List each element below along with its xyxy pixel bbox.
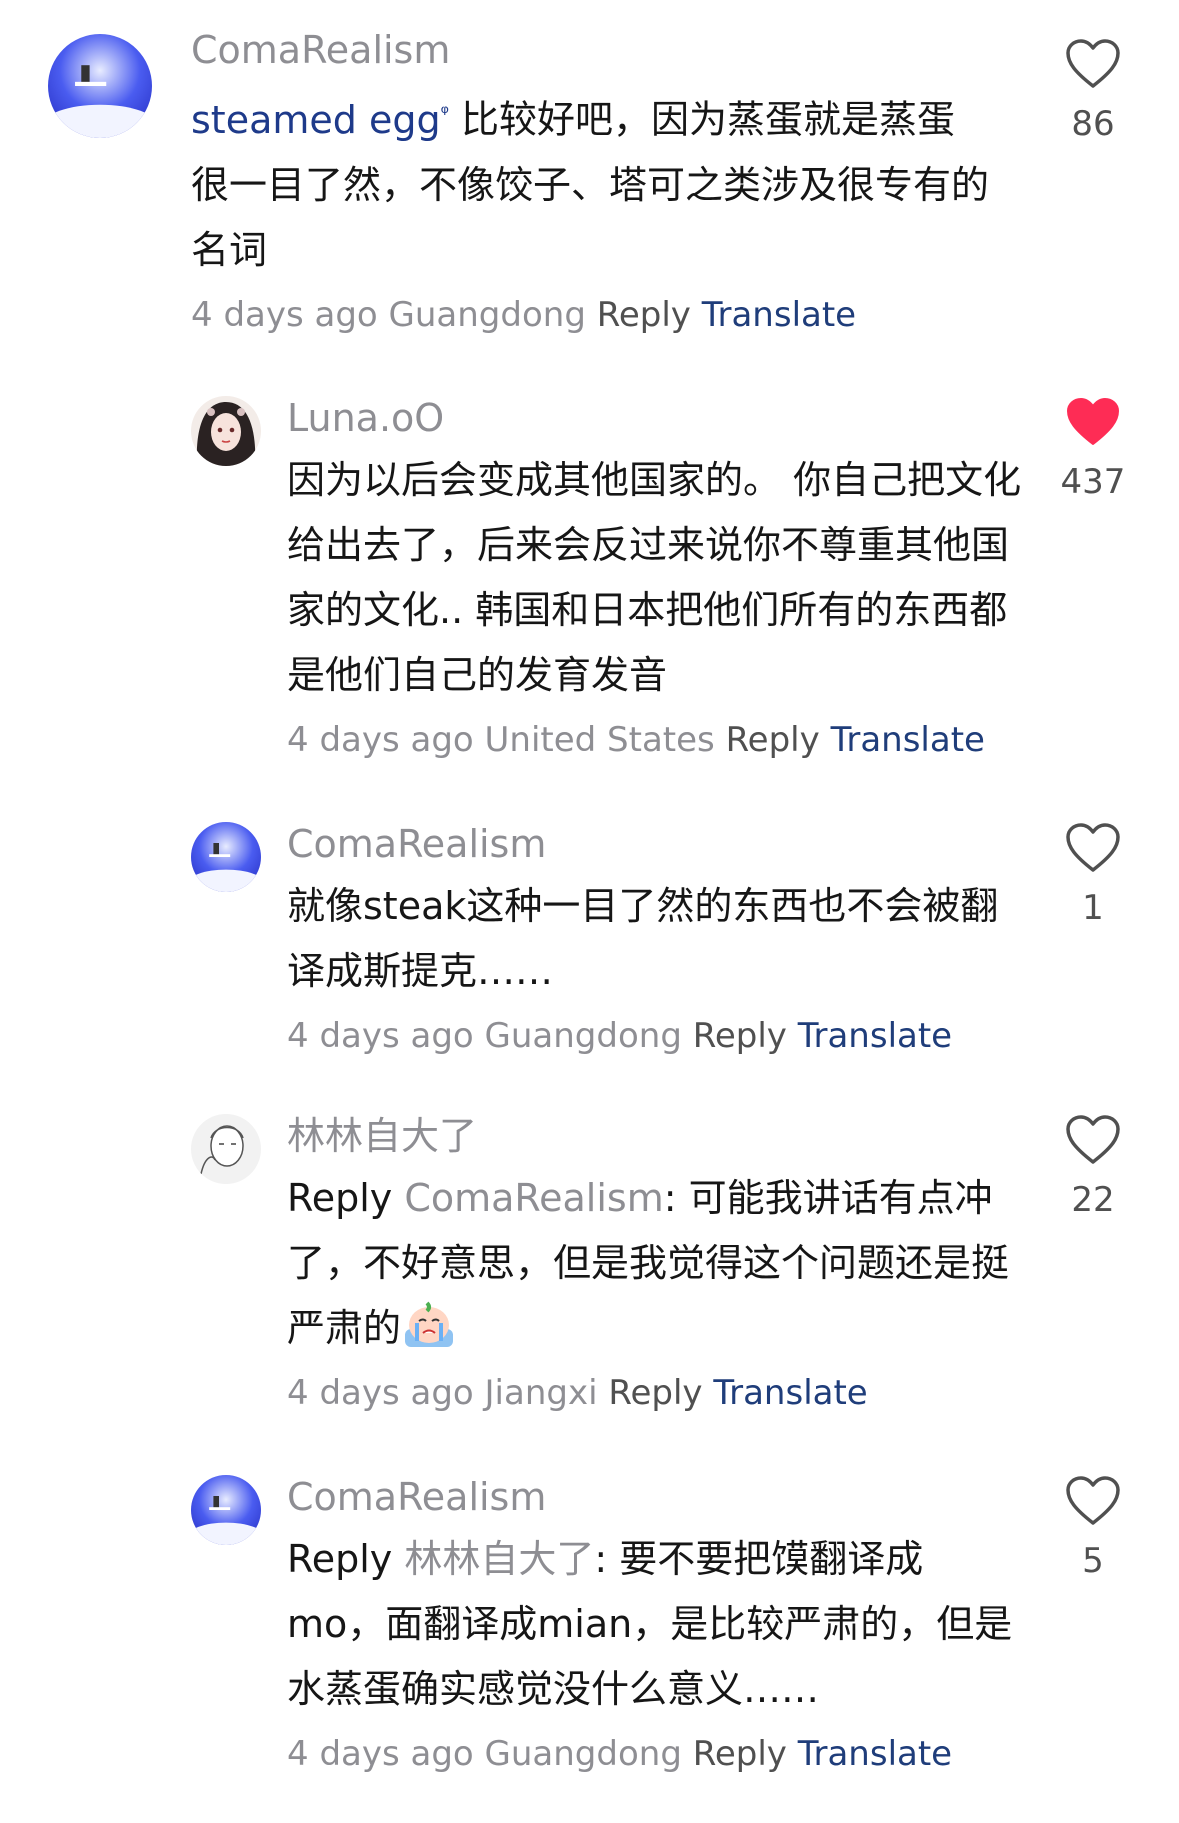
search-icon: ᵠ — [440, 100, 449, 124]
translate-button[interactable]: Translate — [702, 295, 856, 335]
reply-prefix: Reply — [287, 1537, 393, 1581]
comment-meta: 4 days ago Guangdong Reply Translate — [287, 1016, 1027, 1056]
like-button[interactable]: 437 — [1048, 396, 1138, 502]
like-button[interactable]: 1 — [1048, 822, 1138, 928]
comment-meta: 4 days ago United States Reply Translate — [287, 720, 1027, 760]
avatar[interactable] — [191, 1475, 261, 1545]
timestamp: 4 days ago — [287, 1373, 474, 1413]
avatar-image — [48, 34, 152, 138]
avatar-image — [191, 822, 261, 892]
comment-text: 因为以后会变成其他国家的。 你自己把文化给出去了，后来会反过来说你不尊重其他国家… — [287, 458, 1022, 697]
like-button[interactable]: 86 — [1048, 38, 1138, 144]
reply-button[interactable]: Reply — [608, 1373, 702, 1413]
avatar-image — [191, 1475, 261, 1545]
comment-text: steamed eggᵠ 比较好吧，因为蒸蛋就是蒸蛋很一目了然，不像饺子、塔可之… — [191, 97, 990, 272]
avatar[interactable] — [48, 34, 152, 138]
mention-link[interactable]: 林林自大了 — [404, 1537, 594, 1581]
search-tag-link[interactable]: steamed eggᵠ — [191, 98, 449, 142]
like-button[interactable]: 22 — [1048, 1114, 1138, 1220]
reply-button[interactable]: Reply — [726, 720, 820, 760]
username[interactable]: Luna.oO — [287, 396, 1027, 440]
username[interactable]: ComaRealism — [287, 822, 1027, 866]
comment-meta: 4 days ago Guangdong Reply Translate — [191, 295, 991, 335]
avatar-image — [191, 396, 261, 466]
comment-meta: 4 days ago Jiangxi Reply Translate — [287, 1373, 1027, 1413]
reply-button[interactable]: Reply — [597, 295, 691, 335]
like-count: 1 — [1082, 888, 1104, 928]
like-count: 437 — [1060, 462, 1126, 502]
like-count: 86 — [1071, 104, 1115, 144]
location: United States — [484, 720, 715, 760]
crying-face-emoji-icon — [405, 1301, 454, 1347]
reply-prefix: Reply — [287, 1176, 393, 1220]
timestamp: 4 days ago — [287, 1734, 474, 1774]
mention-link[interactable]: ComaRealism — [404, 1176, 663, 1220]
reply-button[interactable]: Reply — [693, 1734, 787, 1774]
timestamp: 4 days ago — [287, 1016, 474, 1056]
heart-outline-icon — [1066, 39, 1120, 88]
comment-text: 就像steak这种一目了然的东西也不会被翻译成斯提克…… — [287, 884, 999, 993]
timestamp: 4 days ago — [191, 294, 378, 335]
username[interactable]: 林林自大了 — [287, 1114, 1027, 1158]
comment-meta: 4 days ago Guangdong Reply Translate — [287, 1734, 1027, 1774]
comment-text: Reply 林林自大了: 要不要把馍翻译成 mo，面翻译成mian，是比较严肃的… — [287, 1537, 1013, 1711]
heart-outline-icon — [1066, 823, 1120, 872]
translate-button[interactable]: Translate — [831, 720, 985, 760]
heart-filled-icon — [1067, 398, 1119, 445]
location: Jiangxi — [484, 1373, 598, 1413]
heart-outline-icon — [1066, 1115, 1120, 1164]
timestamp: 4 days ago — [287, 720, 474, 760]
translate-button[interactable]: Translate — [798, 1016, 952, 1056]
username[interactable]: ComaRealism — [287, 1475, 1027, 1519]
location: Guangdong — [388, 294, 586, 335]
like-count: 5 — [1082, 1541, 1104, 1581]
avatar[interactable] — [191, 396, 261, 466]
translate-button[interactable]: Translate — [713, 1373, 867, 1413]
avatar[interactable] — [191, 822, 261, 892]
translate-button[interactable]: Translate — [798, 1734, 952, 1774]
comment-text: Reply ComaRealism: 可能我讲话有点冲了，不好意思，但是我觉得这… — [287, 1176, 1010, 1350]
reply-button[interactable]: Reply — [693, 1016, 787, 1056]
like-button[interactable]: 5 — [1048, 1475, 1138, 1581]
avatar-image — [191, 1114, 261, 1184]
like-count: 22 — [1071, 1180, 1115, 1220]
username[interactable]: ComaRealism — [191, 28, 991, 72]
location: Guangdong — [484, 1734, 682, 1774]
location: Guangdong — [484, 1016, 682, 1056]
avatar[interactable] — [191, 1114, 261, 1184]
heart-outline-icon — [1066, 1476, 1120, 1525]
